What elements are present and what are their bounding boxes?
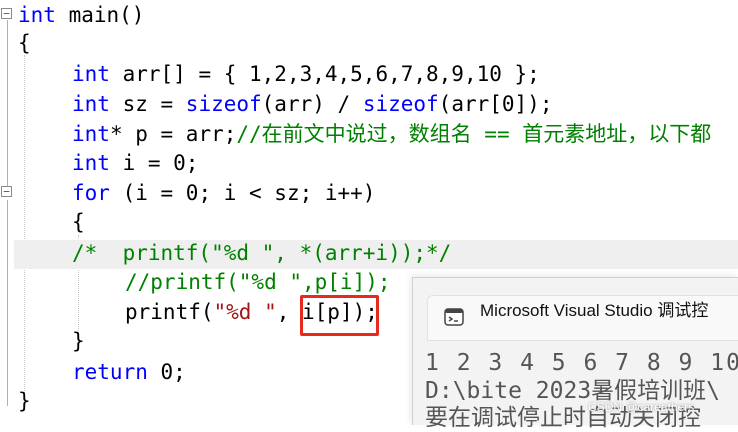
- code-line-8[interactable]: {: [72, 207, 85, 237]
- keyword: int: [72, 122, 110, 146]
- keyword: sizeof: [362, 92, 439, 116]
- code-text: arr[] = { 1,2,3,4,5,6,7,8,9,10 };: [109, 62, 540, 86]
- code-line-7[interactable]: for (i = 0; i < sz; i++): [72, 178, 375, 208]
- code-text: 0;: [147, 360, 186, 384]
- keyword: int: [72, 92, 110, 116]
- code-text: sz =: [109, 92, 186, 116]
- code-line-4[interactable]: int sz = sizeof(arr) / sizeof(arr[0]);: [72, 89, 552, 119]
- fold-guide-line: [7, 200, 8, 406]
- code-line-3[interactable]: int arr[] = { 1,2,3,4,5,6,7,8,9,10 };: [72, 59, 540, 89]
- code-line-14[interactable]: }: [18, 386, 31, 416]
- close-brace: }: [72, 329, 85, 353]
- code-text: (arr[0]);: [438, 92, 553, 116]
- indent-guide: [24, 55, 25, 395]
- fold-guide-line: [7, 20, 8, 190]
- code-line-1[interactable]: int main(): [18, 0, 144, 30]
- comment: /* printf("%d ", *(arr+i));*/: [72, 241, 452, 265]
- keyword: int: [18, 3, 56, 27]
- keyword: sizeof: [185, 92, 262, 116]
- open-brace: {: [18, 31, 31, 55]
- code-line-2[interactable]: {: [18, 28, 31, 58]
- console-titlebar[interactable]: Microsoft Visual Studio 调试控: [427, 295, 738, 341]
- collapse-main-icon[interactable]: −: [1, 8, 12, 19]
- collapse-for-icon[interactable]: −: [1, 186, 12, 197]
- highlight-annotation-box: [300, 295, 379, 336]
- open-brace: {: [72, 210, 85, 234]
- code-text: main(): [55, 3, 145, 27]
- code-text: * p = arr;: [109, 122, 237, 146]
- keyword: int: [72, 62, 110, 86]
- keyword: int: [72, 151, 110, 175]
- console-title: Microsoft Visual Studio 调试控: [480, 301, 709, 320]
- code-text: (i = 0; i < sz; i++): [109, 181, 376, 205]
- keyword: for: [72, 181, 110, 205]
- comment: //在前文中说过，数组名 == 首元素地址，以下都: [236, 122, 712, 146]
- code-line-12[interactable]: }: [72, 326, 85, 356]
- code-text: i = 0;: [109, 151, 199, 175]
- code-line-10[interactable]: //printf("%d ",p[i]);: [125, 267, 391, 297]
- code-line-5[interactable]: int* p = arr;//在前文中说过，数组名 == 首元素地址，以下都: [72, 119, 711, 149]
- watermark: CSDN @careathers: [588, 400, 695, 414]
- string-literal: "%d ": [213, 300, 277, 324]
- code-line-6[interactable]: int i = 0;: [72, 148, 198, 178]
- console-output-line: 1 2 3 4 5 6 7 8 9 10: [425, 350, 738, 376]
- code-text: printf(: [125, 300, 214, 324]
- keyword: return: [72, 360, 148, 384]
- editor-gutter: − −: [0, 0, 14, 424]
- code-line-9[interactable]: /* printf("%d ", *(arr+i));*/: [72, 238, 451, 268]
- close-brace: }: [18, 389, 31, 413]
- code-text: (arr) /: [261, 92, 363, 116]
- code-line-13[interactable]: return 0;: [72, 357, 186, 387]
- console-app-icon: [444, 308, 464, 326]
- comment: //printf("%d ",p[i]);: [125, 270, 391, 294]
